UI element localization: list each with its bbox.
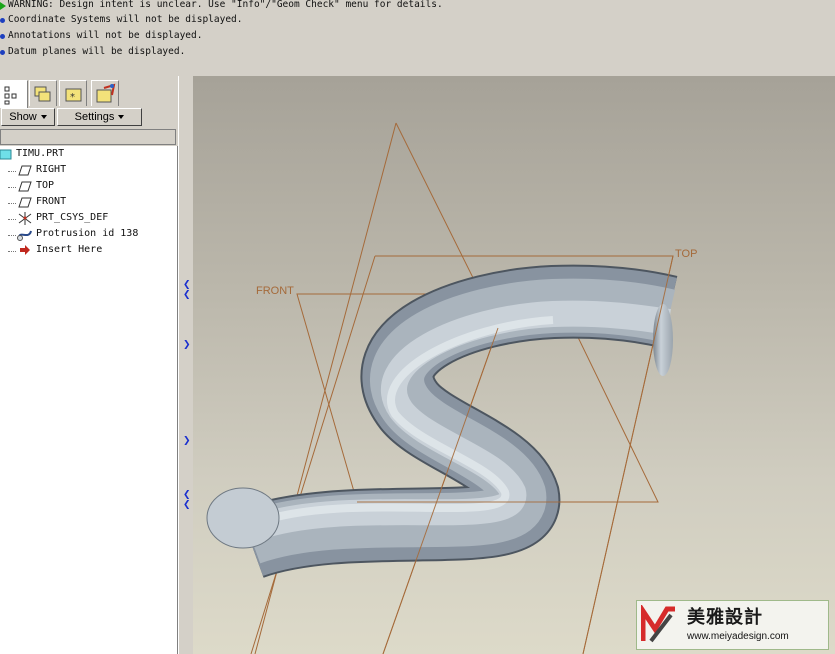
watermark-brand: 美雅設計 bbox=[687, 607, 763, 628]
tree-connector bbox=[8, 219, 16, 220]
tree-item-label: FRONT bbox=[36, 196, 67, 207]
tree-item-label: RIGHT bbox=[36, 164, 67, 175]
insert-arrow-icon bbox=[20, 245, 30, 255]
coordinate-system-icon bbox=[18, 212, 32, 225]
chevron-left-icon[interactable]: ❮ bbox=[183, 280, 191, 290]
tree-column-header bbox=[0, 129, 176, 145]
chevron-right-icon[interactable]: ❯ bbox=[183, 436, 191, 446]
svg-text:*: * bbox=[70, 92, 75, 103]
message-area: WARNING: Design intent is unclear. Use "… bbox=[0, 0, 835, 76]
datum-label-front[interactable]: FRONT bbox=[256, 285, 294, 297]
tube-end-cap[interactable] bbox=[653, 304, 673, 376]
tab-folder-browser[interactable] bbox=[29, 80, 57, 106]
panel-splitter[interactable]: ❮ ❮ ❯ ❯ ❮ ❮ bbox=[178, 76, 194, 654]
message-line: Datum planes will be displayed. bbox=[8, 46, 186, 57]
tab-model-tree[interactable] bbox=[0, 80, 28, 108]
datum-plane-icon bbox=[18, 165, 32, 176]
tube-end-cap[interactable] bbox=[206, 487, 280, 549]
navigator-panel: * Show Settings TIMU.PRT RIGHT TOP FRONT… bbox=[0, 76, 194, 654]
tree-item-label: Protrusion id 138 bbox=[36, 228, 139, 239]
tree-item-label: Insert Here bbox=[36, 244, 103, 255]
tab-favorites[interactable]: * bbox=[59, 80, 87, 106]
sweep-protrusion-icon bbox=[17, 230, 32, 241]
datum-plane-icon bbox=[18, 181, 32, 192]
watermark: 美雅設計 www.meiyadesign.com bbox=[636, 600, 829, 650]
datum-label-top[interactable]: TOP bbox=[675, 248, 697, 260]
show-label: Show bbox=[9, 111, 37, 123]
part-icon bbox=[0, 149, 12, 160]
chevron-right-icon[interactable]: ❯ bbox=[183, 340, 191, 350]
model-view: TOP FRONT bbox=[206, 122, 697, 654]
tab-connections[interactable] bbox=[91, 80, 119, 106]
chevron-left-icon[interactable]: ❮ bbox=[183, 290, 191, 300]
tree-item-label: TIMU.PRT bbox=[16, 148, 65, 159]
tree-toolbar: Show Settings bbox=[0, 108, 178, 128]
tree-connector bbox=[8, 235, 16, 236]
settings-button[interactable]: Settings bbox=[57, 108, 142, 126]
message-line: Coordinate Systems will not be displayed… bbox=[8, 14, 243, 25]
folder-browser-icon bbox=[34, 86, 51, 102]
tree-item-label: TOP bbox=[36, 180, 55, 191]
datum-plane-icon bbox=[18, 197, 32, 208]
message-line: WARNING: Design intent is unclear. Use "… bbox=[8, 0, 443, 10]
watermark-url: www.meiyadesign.com bbox=[687, 631, 789, 642]
model-tree: TIMU.PRT RIGHT TOP FRONT PRT_CSYS_DEF Pr… bbox=[0, 146, 178, 654]
model-tree-icon bbox=[4, 86, 17, 105]
graphics-viewport[interactable]: TOP FRONT bbox=[193, 76, 835, 654]
settings-label: Settings bbox=[74, 111, 115, 123]
chevron-down-icon bbox=[118, 115, 125, 120]
chevron-down-icon bbox=[40, 115, 47, 120]
chevron-left-icon[interactable]: ❮ bbox=[183, 500, 191, 510]
navigator-tabs: * bbox=[0, 80, 180, 108]
warning-arrow-icon bbox=[0, 2, 6, 10]
tree-item-label: PRT_CSYS_DEF bbox=[36, 212, 109, 223]
show-button[interactable]: Show bbox=[1, 108, 55, 126]
brand-logo bbox=[641, 605, 675, 643]
info-bullet-icon bbox=[0, 18, 5, 23]
message-line: Annotations will not be displayed. bbox=[8, 30, 203, 41]
favorites-folder-icon: * bbox=[65, 88, 82, 103]
tree-connector bbox=[8, 251, 16, 252]
sweep-tube[interactable] bbox=[206, 264, 678, 579]
info-bullet-icon bbox=[0, 50, 5, 55]
tree-connector bbox=[8, 187, 16, 188]
tree-connector bbox=[8, 203, 16, 204]
chevron-left-icon[interactable]: ❮ bbox=[183, 490, 191, 500]
info-bullet-icon bbox=[0, 34, 5, 39]
tree-connector bbox=[8, 171, 16, 172]
connections-icon bbox=[96, 83, 116, 103]
